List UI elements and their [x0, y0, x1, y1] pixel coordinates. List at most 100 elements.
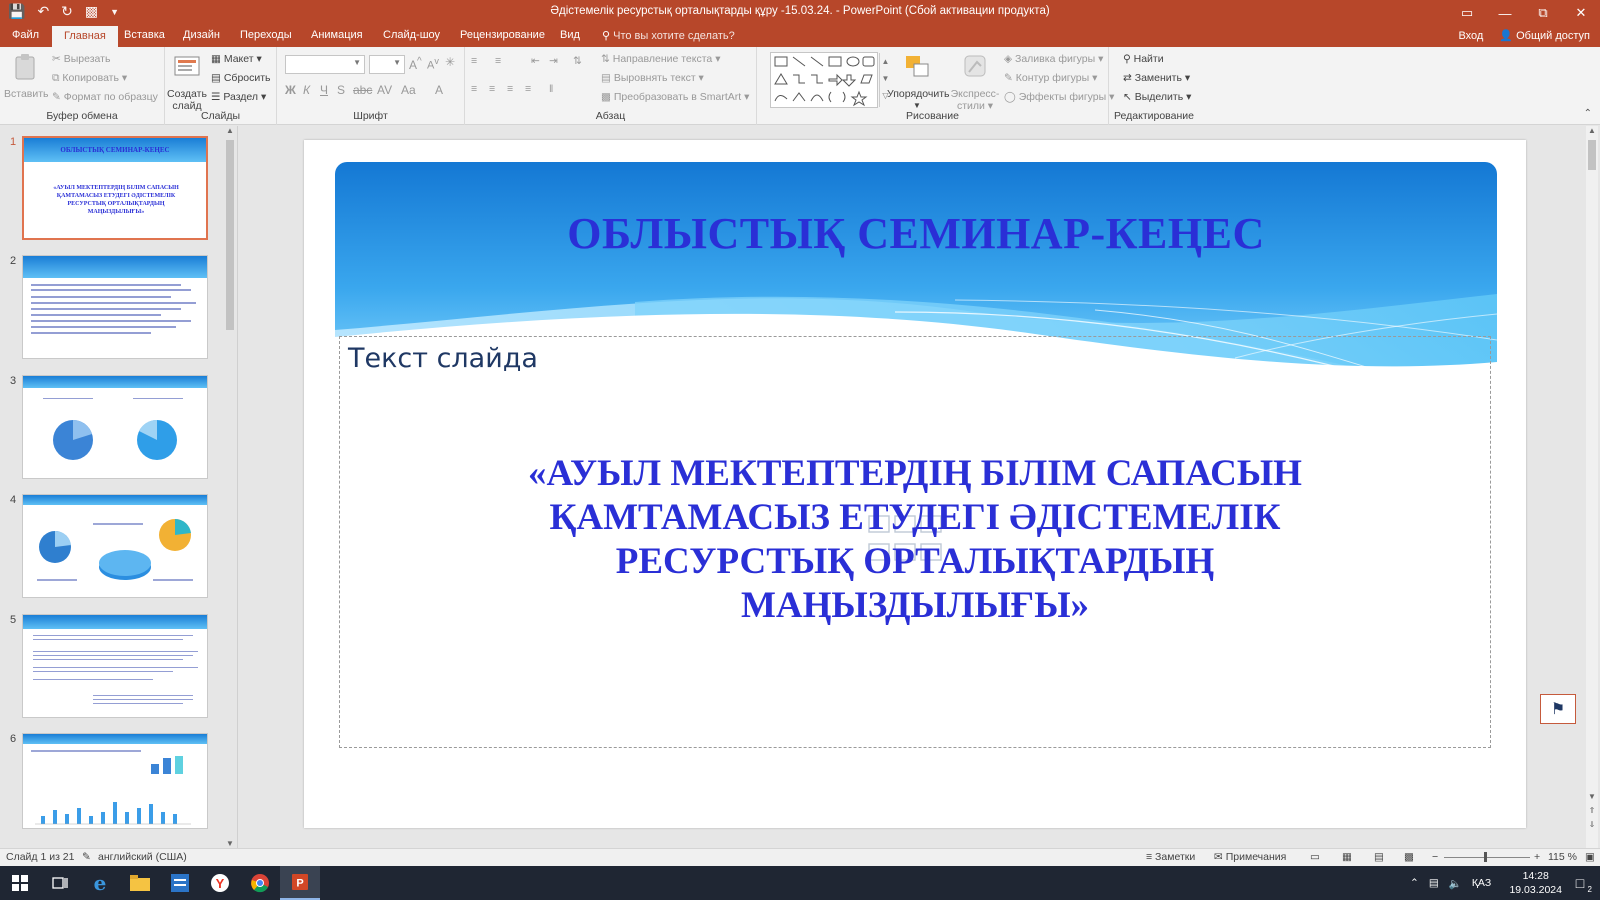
scroll-thumb[interactable]: [226, 140, 234, 330]
task-view-icon[interactable]: [40, 866, 80, 900]
zoom-out-icon[interactable]: −: [1432, 851, 1438, 863]
sign-in-link[interactable]: Вход: [1458, 30, 1483, 42]
columns-icon[interactable]: ‖: [549, 83, 553, 95]
chrome-icon[interactable]: [240, 866, 280, 900]
quick-styles-button[interactable]: Экспресс- стили ▾: [950, 52, 1000, 112]
zoom-level[interactable]: 115 %: [1548, 851, 1577, 863]
shrink-font-button[interactable]: Av: [427, 56, 439, 72]
numbering-icon[interactable]: ≡: [495, 55, 501, 67]
smartart-button[interactable]: ▩ Преобразовать в SmartArt ▾: [601, 91, 749, 103]
reading-view-icon[interactable]: ▤: [1374, 851, 1384, 863]
tab-transitions[interactable]: Переходы: [240, 29, 292, 41]
spellcheck-icon[interactable]: ✎: [82, 851, 91, 863]
tab-slideshow[interactable]: Слайд-шоу: [383, 29, 440, 41]
bullets-icon[interactable]: ≡: [471, 55, 477, 67]
copy-button[interactable]: ⧉ Копировать ▾: [52, 72, 127, 85]
font-name-combo[interactable]: ▼: [285, 55, 365, 74]
action-center-icon[interactable]: □ 2: [1560, 866, 1600, 900]
grow-font-button[interactable]: A^: [409, 56, 422, 72]
tab-review[interactable]: Рецензирование: [460, 29, 545, 41]
next-slide-icon[interactable]: ⇓: [1586, 820, 1598, 829]
justify-icon[interactable]: ≡: [525, 83, 531, 95]
section-button[interactable]: ☰ Раздел ▾: [211, 91, 266, 103]
normal-view-icon[interactable]: ▭: [1310, 851, 1320, 863]
clear-formatting-icon[interactable]: ✳: [445, 55, 455, 69]
ribbon-display-options-icon[interactable]: ▭: [1448, 0, 1486, 26]
increase-indent-icon[interactable]: ⇥: [549, 55, 558, 67]
align-left-icon[interactable]: ≡: [471, 83, 477, 95]
show-hidden-icons-icon[interactable]: ⌃: [1410, 877, 1419, 889]
network-icon[interactable]: ▤: [1429, 877, 1439, 889]
font-size-combo[interactable]: ▼: [369, 55, 405, 74]
tab-home[interactable]: Главная: [52, 26, 118, 47]
tab-animations[interactable]: Анимация: [311, 29, 363, 41]
shape-effects-button[interactable]: ◯ Эффекты фигуры ▾: [1004, 91, 1114, 103]
format-painter-button[interactable]: ✎ Формат по образцу: [52, 91, 158, 103]
slide-sorter-icon[interactable]: ▦: [1342, 851, 1352, 863]
previous-slide-icon[interactable]: ⇑: [1586, 806, 1598, 815]
file-explorer-icon[interactable]: [120, 866, 160, 900]
fit-slide-icon[interactable]: ▣: [1585, 851, 1595, 863]
zoom-slider-thumb[interactable]: [1484, 852, 1487, 862]
scroll-up-icon[interactable]: ▲: [1586, 126, 1598, 135]
tab-design[interactable]: Дизайн: [183, 29, 220, 41]
powerpoint-taskbar-icon[interactable]: P: [280, 866, 320, 900]
edge-browser-icon[interactable]: e: [80, 866, 120, 900]
scroll-down-icon[interactable]: ▼: [224, 839, 236, 848]
align-text-button[interactable]: ▤ Выровнять текст ▾: [601, 72, 704, 84]
restore-button[interactable]: ⧉: [1524, 0, 1562, 26]
strikethrough-button[interactable]: abc: [353, 83, 372, 97]
current-slide[interactable]: ОБЛЫСТЫҚ СЕМИНАР-КЕҢЕС Текст слайда «АУЫ…: [304, 140, 1526, 828]
font-color-button[interactable]: A: [435, 83, 443, 97]
slide-title[interactable]: ОБЛЫСТЫҚ СЕМИНАР-КЕҢЕС: [335, 208, 1497, 259]
change-case-button[interactable]: Aa: [401, 83, 416, 97]
language-indicator[interactable]: английский (США): [98, 851, 187, 863]
paste-button[interactable]: Вставить: [4, 52, 49, 100]
zoom-slider[interactable]: [1444, 852, 1530, 862]
notes-button[interactable]: ≡ Заметки: [1146, 851, 1195, 863]
windows-start-icon[interactable]: [0, 866, 40, 900]
shadow-button[interactable]: S: [337, 83, 345, 97]
italic-button[interactable]: К: [303, 83, 310, 97]
close-button[interactable]: ✕: [1562, 0, 1600, 26]
line-spacing-icon[interactable]: ⇅: [573, 55, 582, 67]
text-direction-button[interactable]: ⇅ Направление текста ▾: [601, 53, 720, 65]
shapes-gallery[interactable]: ▲ ▼ ▽: [770, 52, 889, 108]
decrease-indent-icon[interactable]: ⇤: [531, 55, 540, 67]
underline-button[interactable]: Ч: [320, 83, 328, 97]
keyboard-language[interactable]: ҚАЗ: [1472, 877, 1491, 889]
volume-icon[interactable]: 🔈: [1449, 877, 1462, 890]
slideshow-view-icon[interactable]: ▩: [1404, 851, 1414, 863]
scroll-down-icon[interactable]: ▼: [1586, 792, 1598, 801]
slide-body-text[interactable]: «АУЫЛ МЕКТЕПТЕРДІҢ БІЛІМ САПАСЫН ҚАМТАМА…: [304, 452, 1526, 628]
zoom-in-icon[interactable]: +: [1534, 851, 1540, 863]
share-button[interactable]: 👤 Общий доступ: [1499, 29, 1590, 42]
scroll-thumb[interactable]: [1588, 140, 1596, 170]
new-slide-button[interactable]: Создать слайд: [167, 52, 207, 112]
tab-file[interactable]: Файл: [12, 29, 39, 41]
tab-view[interactable]: Вид: [560, 29, 580, 41]
bold-button[interactable]: Ж: [285, 83, 296, 97]
taskbar-clock[interactable]: 14:28 19.03.2024: [1509, 869, 1562, 897]
tell-me-box[interactable]: ⚲ Что вы хотите сделать?: [602, 29, 735, 42]
cut-button[interactable]: ✂ Вырезать: [52, 53, 110, 65]
slide-scrollbar[interactable]: ▲ ▼ ⇑ ⇓: [1586, 126, 1598, 848]
bookmark-button[interactable]: ⚑: [1540, 694, 1576, 724]
shape-outline-button[interactable]: ✎ Контур фигуры ▾: [1004, 72, 1097, 84]
shape-fill-button[interactable]: ◈ Заливка фигуры ▾: [1004, 53, 1103, 65]
reset-button[interactable]: ▤ Сбросить: [211, 72, 271, 84]
comments-button[interactable]: ✉ Примечания: [1214, 851, 1286, 863]
character-spacing-button[interactable]: AV: [377, 83, 392, 97]
ebook-app-icon[interactable]: [160, 866, 200, 900]
tab-insert[interactable]: Вставка: [124, 29, 165, 41]
collapse-ribbon-icon[interactable]: ⌃: [1584, 108, 1592, 119]
find-button[interactable]: ⚲ Найти: [1123, 53, 1164, 65]
align-center-icon[interactable]: ≡: [489, 83, 495, 95]
yandex-browser-icon[interactable]: Y: [200, 866, 240, 900]
thumbnails-scrollbar[interactable]: ▲ ▼: [224, 126, 236, 848]
scroll-up-icon[interactable]: ▲: [224, 126, 236, 135]
layout-button[interactable]: ▦ Макет ▾: [211, 53, 262, 65]
align-right-icon[interactable]: ≡: [507, 83, 513, 95]
arrange-button[interactable]: Упорядочить ▼: [887, 52, 949, 112]
replace-button[interactable]: ⇄ Заменить ▾: [1123, 72, 1190, 84]
